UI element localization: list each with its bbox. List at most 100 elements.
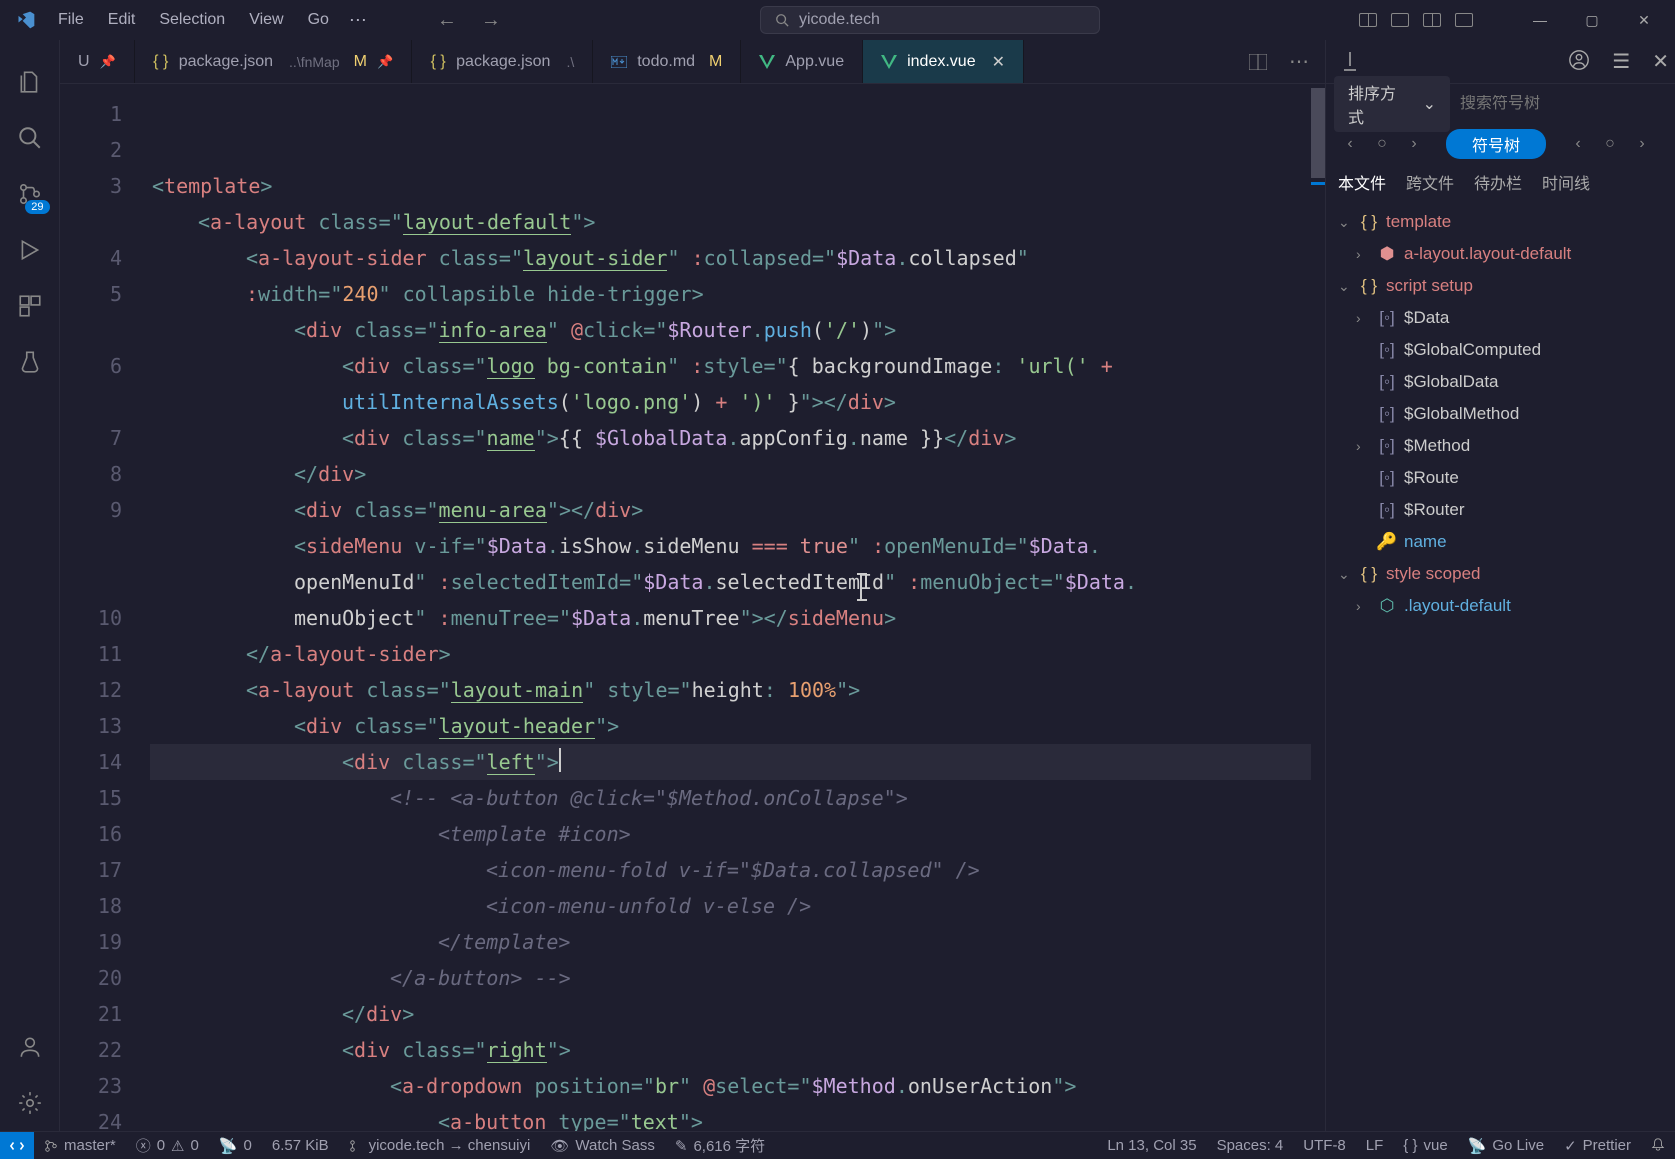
code-line[interactable]: <icon-menu-fold v-if="$Data.collapsed" /… xyxy=(150,852,1311,888)
code-line[interactable]: </a-button> --> xyxy=(150,960,1311,996)
editor-body[interactable]: 123456789101112131415161718192021222324 … xyxy=(60,84,1325,1131)
maximize-icon[interactable]: ▢ xyxy=(1569,4,1615,36)
panel-tab[interactable]: 本文件 xyxy=(1338,170,1386,194)
code-line[interactable]: <template> xyxy=(150,168,1311,204)
code-line[interactable]: <div class="right"> xyxy=(150,1032,1311,1068)
panel-tab[interactable]: 时间线 xyxy=(1542,170,1590,194)
menu-view[interactable]: View xyxy=(239,7,293,33)
watch-sass[interactable]: 👁Watch Sass xyxy=(540,1132,665,1159)
tree-item[interactable]: [◦]$GlobalData xyxy=(1326,366,1675,398)
code-area[interactable]: <template><a-layout class="layout-defaul… xyxy=(150,84,1311,1131)
menu-go[interactable]: Go xyxy=(298,7,339,33)
panel-tab[interactable]: 跨文件 xyxy=(1406,170,1454,194)
layout-bottom-icon[interactable] xyxy=(1391,13,1409,27)
nav-prev-icon[interactable]: ‹ xyxy=(1338,132,1362,156)
encoding-indicator[interactable]: UTF-8 xyxy=(1293,1137,1356,1154)
char-count[interactable]: ✎6,616 字符 xyxy=(665,1132,775,1159)
tree-item[interactable]: ›[◦]$Data xyxy=(1326,302,1675,334)
size-indicator[interactable]: 6.57 KiB xyxy=(262,1132,339,1159)
scroll-thumb[interactable] xyxy=(1311,88,1325,178)
code-line[interactable]: <div class="menu-area"></div> xyxy=(150,492,1311,528)
code-line[interactable]: menuObject" :menuTree="$Data.menuTree"><… xyxy=(150,600,1311,636)
bell-icon[interactable] xyxy=(1641,1137,1675,1151)
panel-tab[interactable]: 待办栏 xyxy=(1474,170,1522,194)
tab-package.json[interactable]: { }package.json.\ xyxy=(412,40,593,83)
symbol-tree-pill[interactable]: 符号树 xyxy=(1446,129,1546,159)
tree-item[interactable]: ⌄{ }script setup xyxy=(1326,270,1675,302)
split-editor-icon[interactable] xyxy=(1249,54,1267,70)
problems-indicator[interactable]: ⓧ0 ⚠0 xyxy=(126,1132,209,1159)
account-icon[interactable] xyxy=(0,1019,60,1075)
nav-prev2-icon[interactable]: ‹ xyxy=(1566,132,1590,156)
code-line[interactable]: <template #icon> xyxy=(150,816,1311,852)
more-actions-icon[interactable]: ⋯ xyxy=(1289,49,1309,74)
close-icon[interactable]: ✕ xyxy=(1621,4,1667,36)
tab-package.json[interactable]: { }package.json..\fnMapM📌 xyxy=(135,40,412,83)
settings-icon[interactable] xyxy=(0,1075,60,1131)
tab-todo.md[interactable]: todo.mdM xyxy=(593,40,741,83)
source-control-icon[interactable]: 29 xyxy=(0,166,60,222)
layout-grid-icon[interactable] xyxy=(1455,13,1473,27)
code-line[interactable]: <div class="info-area" @click="$Router.p… xyxy=(150,312,1311,348)
menu-edit[interactable]: Edit xyxy=(98,7,146,33)
close-tab-icon[interactable]: ✕ xyxy=(992,52,1005,72)
nav-target-icon[interactable]: ○ xyxy=(1370,132,1394,156)
code-line[interactable]: <icon-menu-unfold v-else /> xyxy=(150,888,1311,924)
tree-item[interactable]: ›⬡.layout-default xyxy=(1326,590,1675,622)
code-line[interactable]: <a-layout-sider class="layout-sider" :co… xyxy=(150,240,1311,276)
menu-selection[interactable]: Selection xyxy=(149,7,235,33)
layout-right-icon[interactable] xyxy=(1423,13,1441,27)
scrollbar[interactable] xyxy=(1311,84,1325,1131)
title-search-input[interactable]: yicode.tech xyxy=(760,6,1100,34)
remote-indicator[interactable] xyxy=(0,1132,34,1159)
search-icon[interactable] xyxy=(0,110,60,166)
radio-indicator[interactable]: 📡0 xyxy=(209,1132,262,1159)
code-line[interactable]: <a-layout class="layout-main" style="hei… xyxy=(150,672,1311,708)
prettier-indicator[interactable]: ✓Prettier xyxy=(1554,1137,1641,1155)
nav-next2-icon[interactable]: › xyxy=(1630,132,1654,156)
menu-file[interactable]: File xyxy=(48,7,94,33)
debug-icon[interactable] xyxy=(0,222,60,278)
tree-item[interactable]: ›[◦]$Method xyxy=(1326,430,1675,462)
close-panel-icon[interactable]: ✕ xyxy=(1652,49,1669,74)
code-line[interactable]: utilInternalAssets('logo.png') + ')' }">… xyxy=(150,384,1311,420)
tree-item[interactable]: ›⬢a-layout.layout-default xyxy=(1326,238,1675,270)
account-icon[interactable] xyxy=(1568,49,1590,74)
code-line[interactable]: <sideMenu v-if="$Data.isShow.sideMenu ==… xyxy=(150,528,1311,564)
minimize-icon[interactable]: — xyxy=(1517,4,1563,36)
tab-index.vue[interactable]: index.vue✕ xyxy=(863,40,1024,83)
tree-item[interactable]: ⌄{ }style scoped xyxy=(1326,558,1675,590)
code-line[interactable]: <a-layout class="layout-default"> xyxy=(150,204,1311,240)
tab-App.vue[interactable]: App.vue xyxy=(741,40,863,83)
testing-icon[interactable] xyxy=(0,334,60,390)
layout-left-icon[interactable] xyxy=(1359,13,1377,27)
nav-target2-icon[interactable]: ○ xyxy=(1598,132,1622,156)
cursor-pos[interactable]: Ln 13, Col 35 xyxy=(1097,1137,1206,1154)
menu-overflow-icon[interactable]: ⋯ xyxy=(339,6,377,35)
code-line[interactable]: <div class="logo bg-contain" :style="{ b… xyxy=(150,348,1311,384)
code-line[interactable]: <!-- <a-button @click="$Method.onCollaps… xyxy=(150,780,1311,816)
tree-item[interactable]: [◦]$Route xyxy=(1326,462,1675,494)
tree-item[interactable]: ⌄{ }template xyxy=(1326,206,1675,238)
code-line[interactable]: <div class="name">{{ $GlobalData.appConf… xyxy=(150,420,1311,456)
symbol-search-input[interactable] xyxy=(1460,95,1667,113)
tree-item[interactable]: [◦]$GlobalMethod xyxy=(1326,398,1675,430)
code-line[interactable]: </div> xyxy=(150,996,1311,1032)
tree-item[interactable]: 🔑name xyxy=(1326,526,1675,558)
nav-forward-icon[interactable]: → xyxy=(481,9,501,32)
code-line[interactable]: <a-button type="text"> xyxy=(150,1104,1311,1131)
nav-next-icon[interactable]: › xyxy=(1402,132,1426,156)
extensions-icon[interactable] xyxy=(0,278,60,334)
code-line[interactable]: openMenuId" :selectedItemId="$Data.selec… xyxy=(150,564,1311,600)
tree-item[interactable]: [◦]$GlobalComputed xyxy=(1326,334,1675,366)
code-line[interactable]: <a-dropdown position="br" @select="$Meth… xyxy=(150,1068,1311,1104)
code-line[interactable]: </a-layout-sider> xyxy=(150,636,1311,672)
menu-icon[interactable]: ☰ xyxy=(1612,49,1630,74)
code-line[interactable]: </div> xyxy=(150,456,1311,492)
code-line[interactable]: :width="240" collapsible hide-trigger> xyxy=(150,276,1311,312)
remote-link[interactable]: yicode.tech → chensuiyi xyxy=(339,1132,541,1159)
indent-indicator[interactable]: Spaces: 4 xyxy=(1207,1137,1294,1154)
eol-indicator[interactable]: LF xyxy=(1356,1137,1394,1154)
code-line[interactable]: </template> xyxy=(150,924,1311,960)
code-line[interactable]: <div class="layout-header"> xyxy=(150,708,1311,744)
